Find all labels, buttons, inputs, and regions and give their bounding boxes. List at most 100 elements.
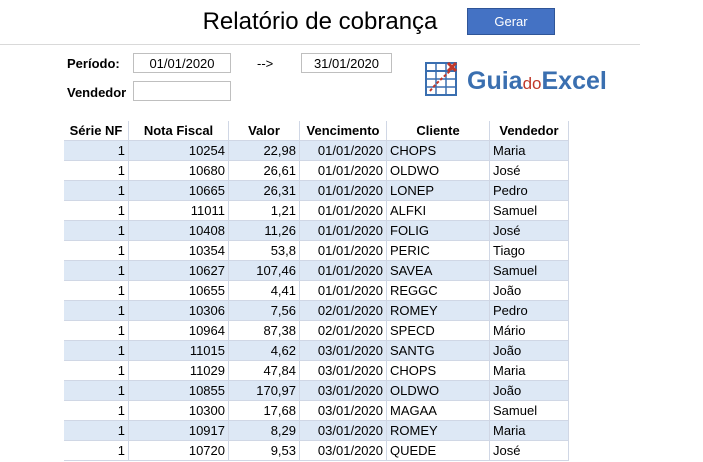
valor-cell[interactable]: 26,61 [228, 160, 300, 181]
cliente-cell[interactable]: SAVEA [386, 260, 490, 281]
vendedor-cell[interactable]: Pedro [489, 180, 569, 201]
serie-nf-cell[interactable]: 1 [64, 200, 129, 221]
vendedor-cell[interactable]: Maria [489, 360, 569, 381]
table-row[interactable]: 1 10655 4,41 01/01/2020 REGGC João [64, 280, 569, 301]
serie-nf-cell[interactable]: 1 [64, 320, 129, 341]
table-row[interactable]: 1 10855 170,97 03/01/2020 OLDWO João [64, 380, 569, 401]
vendedor-cell[interactable]: Samuel [489, 260, 569, 281]
nota-fiscal-cell[interactable]: 10254 [128, 140, 229, 161]
vencimento-cell[interactable]: 01/01/2020 [299, 220, 387, 241]
valor-cell[interactable]: 11,26 [228, 220, 300, 241]
table-row[interactable]: 1 11029 47,84 03/01/2020 CHOPS Maria [64, 360, 569, 381]
table-row[interactable]: 1 11015 4,62 03/01/2020 SANTG João [64, 340, 569, 361]
vendedor-cell[interactable]: Samuel [489, 400, 569, 421]
valor-cell[interactable]: 87,38 [228, 320, 300, 341]
nota-fiscal-cell[interactable]: 10720 [128, 440, 229, 461]
serie-nf-cell[interactable]: 1 [64, 440, 129, 461]
vencimento-cell[interactable]: 01/01/2020 [299, 160, 387, 181]
vencimento-cell[interactable]: 01/01/2020 [299, 140, 387, 161]
cliente-cell[interactable]: SPECD [386, 320, 490, 341]
vendedor-cell[interactable]: José [489, 220, 569, 241]
table-row[interactable]: 1 10680 26,61 01/01/2020 OLDWO José [64, 160, 569, 181]
cliente-cell[interactable]: OLDWO [386, 160, 490, 181]
vencimento-cell[interactable]: 01/01/2020 [299, 260, 387, 281]
valor-cell[interactable]: 26,31 [228, 180, 300, 201]
vendedor-cell[interactable]: João [489, 380, 569, 401]
vendedor-cell[interactable]: Maria [489, 420, 569, 441]
nota-fiscal-cell[interactable]: 10964 [128, 320, 229, 341]
nota-fiscal-cell[interactable]: 10354 [128, 240, 229, 261]
vendedor-cell[interactable]: José [489, 160, 569, 181]
valor-cell[interactable]: 4,41 [228, 280, 300, 301]
valor-cell[interactable]: 9,53 [228, 440, 300, 461]
cliente-cell[interactable]: REGGC [386, 280, 490, 301]
valor-cell[interactable]: 170,97 [228, 380, 300, 401]
vencimento-cell[interactable]: 03/01/2020 [299, 420, 387, 441]
cliente-cell[interactable]: CHOPS [386, 360, 490, 381]
vencimento-cell[interactable]: 03/01/2020 [299, 380, 387, 401]
serie-nf-cell[interactable]: 1 [64, 220, 129, 241]
valor-cell[interactable]: 8,29 [228, 420, 300, 441]
vendedor-cell[interactable]: João [489, 340, 569, 361]
valor-cell[interactable]: 53,8 [228, 240, 300, 261]
vendedor-field[interactable] [133, 81, 231, 101]
table-row[interactable]: 1 10917 8,29 03/01/2020 ROMEY Maria [64, 420, 569, 441]
data-fim-field[interactable]: 31/01/2020 [301, 53, 392, 73]
serie-nf-cell[interactable]: 1 [64, 280, 129, 301]
vendedor-cell[interactable]: Mário [489, 320, 569, 341]
table-row[interactable]: 1 10300 17,68 03/01/2020 MAGAA Samuel [64, 400, 569, 421]
table-row[interactable]: 1 11011 1,21 01/01/2020 ALFKI Samuel [64, 200, 569, 221]
nota-fiscal-cell[interactable]: 10306 [128, 300, 229, 321]
serie-nf-cell[interactable]: 1 [64, 300, 129, 321]
valor-cell[interactable]: 7,56 [228, 300, 300, 321]
vencimento-cell[interactable]: 01/01/2020 [299, 180, 387, 201]
cliente-cell[interactable]: FOLIG [386, 220, 490, 241]
nota-fiscal-cell[interactable]: 10408 [128, 220, 229, 241]
nota-fiscal-cell[interactable]: 10855 [128, 380, 229, 401]
valor-cell[interactable]: 1,21 [228, 200, 300, 221]
table-row[interactable]: 1 10254 22,98 01/01/2020 CHOPS Maria [64, 140, 569, 161]
table-row[interactable]: 1 10964 87,38 02/01/2020 SPECD Mário [64, 320, 569, 341]
cliente-cell[interactable]: ROMEY [386, 420, 490, 441]
serie-nf-cell[interactable]: 1 [64, 400, 129, 421]
vencimento-cell[interactable]: 03/01/2020 [299, 340, 387, 361]
nota-fiscal-cell[interactable]: 10680 [128, 160, 229, 181]
vencimento-cell[interactable]: 02/01/2020 [299, 300, 387, 321]
table-row[interactable]: 1 10665 26,31 01/01/2020 LONEP Pedro [64, 180, 569, 201]
table-row[interactable]: 1 10627 107,46 01/01/2020 SAVEA Samuel [64, 260, 569, 281]
vencimento-cell[interactable]: 03/01/2020 [299, 440, 387, 461]
vencimento-cell[interactable]: 03/01/2020 [299, 400, 387, 421]
valor-cell[interactable]: 17,68 [228, 400, 300, 421]
cliente-cell[interactable]: MAGAA [386, 400, 490, 421]
nota-fiscal-cell[interactable]: 10655 [128, 280, 229, 301]
cliente-cell[interactable]: ALFKI [386, 200, 490, 221]
nota-fiscal-cell[interactable]: 10917 [128, 420, 229, 441]
cliente-cell[interactable]: QUEDE [386, 440, 490, 461]
serie-nf-cell[interactable]: 1 [64, 240, 129, 261]
serie-nf-cell[interactable]: 1 [64, 380, 129, 401]
vencimento-cell[interactable]: 02/01/2020 [299, 320, 387, 341]
vendedor-cell[interactable]: Maria [489, 140, 569, 161]
gerar-button[interactable]: Gerar [467, 8, 555, 35]
cliente-cell[interactable]: LONEP [386, 180, 490, 201]
table-row[interactable]: 1 10720 9,53 03/01/2020 QUEDE José [64, 440, 569, 461]
nota-fiscal-cell[interactable]: 10665 [128, 180, 229, 201]
serie-nf-cell[interactable]: 1 [64, 260, 129, 281]
serie-nf-cell[interactable]: 1 [64, 360, 129, 381]
vencimento-cell[interactable]: 01/01/2020 [299, 240, 387, 261]
vendedor-cell[interactable]: João [489, 280, 569, 301]
serie-nf-cell[interactable]: 1 [64, 420, 129, 441]
vencimento-cell[interactable]: 03/01/2020 [299, 360, 387, 381]
serie-nf-cell[interactable]: 1 [64, 180, 129, 201]
nota-fiscal-cell[interactable]: 11015 [128, 340, 229, 361]
serie-nf-cell[interactable]: 1 [64, 340, 129, 361]
nota-fiscal-cell[interactable]: 11029 [128, 360, 229, 381]
cliente-cell[interactable]: CHOPS [386, 140, 490, 161]
table-row[interactable]: 1 10354 53,8 01/01/2020 PERIC Tiago [64, 240, 569, 261]
vendedor-cell[interactable]: José [489, 440, 569, 461]
serie-nf-cell[interactable]: 1 [64, 140, 129, 161]
cliente-cell[interactable]: SANTG [386, 340, 490, 361]
cliente-cell[interactable]: PERIC [386, 240, 490, 261]
table-row[interactable]: 1 10408 11,26 01/01/2020 FOLIG José [64, 220, 569, 241]
valor-cell[interactable]: 22,98 [228, 140, 300, 161]
